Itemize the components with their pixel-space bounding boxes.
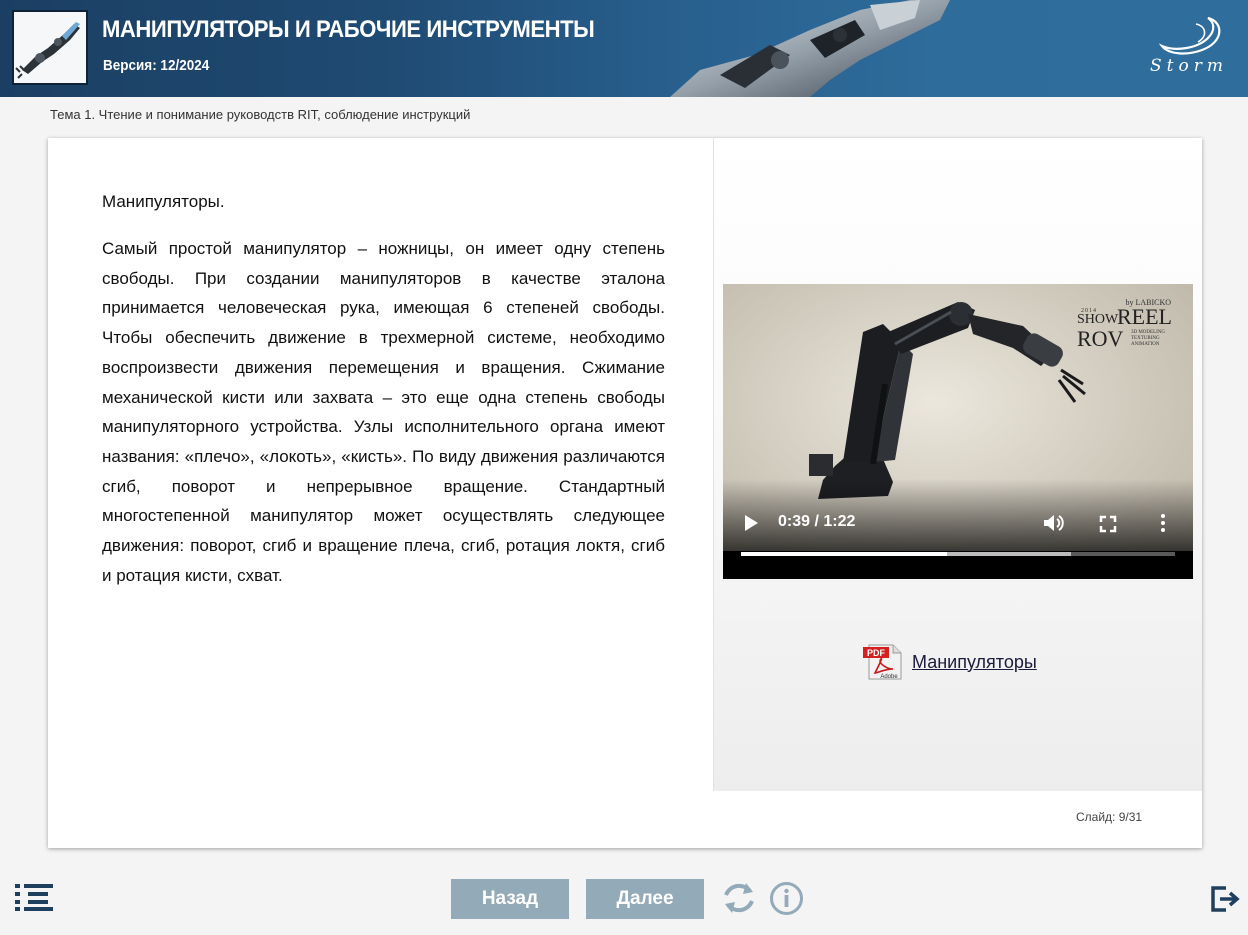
showreel-reel: REEL (1117, 304, 1172, 329)
slide-counter: Слайд: 9/31 (1076, 810, 1143, 824)
header-robot-art (670, 0, 950, 97)
storm-logo-text: Storm (1150, 56, 1228, 76)
pdf-icon: PDF Adobe (863, 644, 902, 680)
showreel-overlay: by LABICKO 2014 SHOW REEL ROV 3D MODELIN… (1075, 298, 1175, 358)
course-version: Версия: 12/2024 (103, 57, 210, 74)
showreel-rov: ROV (1077, 326, 1124, 351)
volume-icon[interactable] (1043, 513, 1065, 533)
fullscreen-icon[interactable] (1099, 515, 1117, 533)
topic-title: Тема 1. Чтение и понимание руководств RI… (50, 107, 471, 122)
slide-heading: Манипуляторы. (102, 192, 225, 211)
video-progress-bar (741, 552, 948, 556)
video-player[interactable]: by LABICKO 2014 SHOW REEL ROV 3D MODELIN… (723, 284, 1193, 579)
course-header: МАНИПУЛЯТОРЫ И РАБОЧИЕ ИНСТРУМЕНТЫ Верси… (0, 0, 1248, 97)
exit-icon[interactable] (1210, 884, 1240, 914)
menu-icon[interactable] (15, 884, 53, 911)
slide-body: Самый простой манипулятор – ножницы, он … (102, 239, 665, 585)
next-button[interactable]: Далее (586, 879, 704, 919)
pdf-brand-text: Adobe (880, 674, 898, 680)
pdf-download-link[interactable]: PDF Adobe Манипуляторы (863, 643, 1037, 681)
course-thumbnail (12, 10, 88, 85)
manipulator-thumbnail-image (14, 12, 86, 83)
pdf-link-label[interactable]: Манипуляторы (912, 652, 1037, 673)
reload-icon[interactable] (720, 879, 758, 917)
slide-card: Манипуляторы. Самый простой манипулятор … (48, 138, 1202, 848)
video-seek-bar[interactable] (741, 552, 1175, 556)
slide-text: Манипуляторы. Самый простой манипулятор … (102, 190, 665, 590)
showreel-subtitle: 3D MODELING TEXTURING ANIMATION (1131, 330, 1165, 348)
back-button[interactable]: Назад (451, 879, 569, 919)
more-icon[interactable] (1159, 513, 1167, 533)
showreel-sub-3: ANIMATION (1131, 342, 1160, 347)
info-icon[interactable] (769, 881, 804, 916)
course-title: МАНИПУЛЯТОРЫ И РАБОЧИЕ ИНСТРУМЕНТЫ (102, 16, 595, 43)
video-time: 0:39 / 1:22 (778, 513, 856, 530)
pdf-badge-text: PDF (867, 648, 886, 658)
play-icon[interactable] (743, 514, 759, 532)
